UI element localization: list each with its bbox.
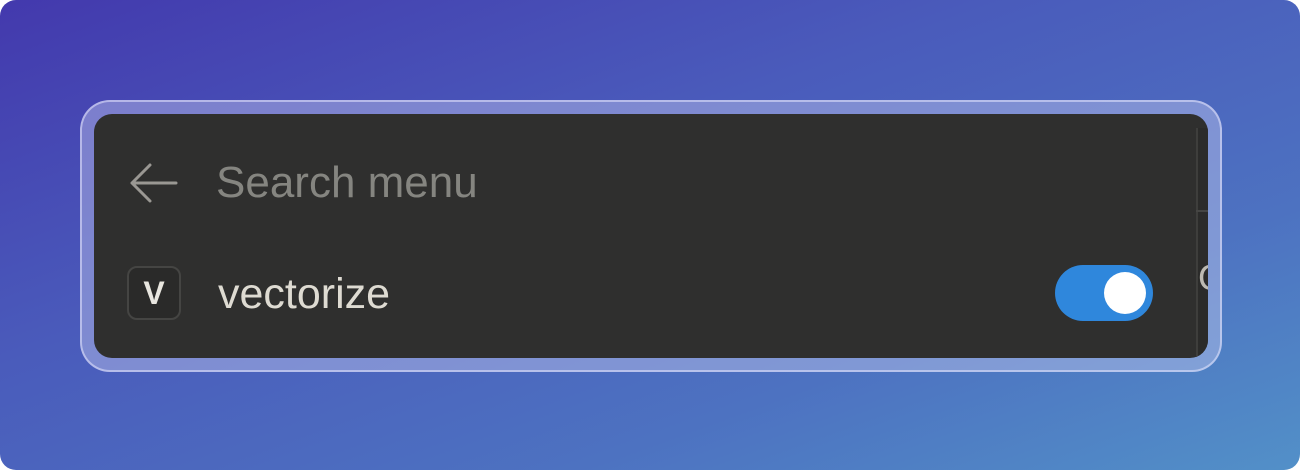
search-bar xyxy=(94,144,1194,224)
adjacent-panel-divider xyxy=(1196,210,1208,212)
menu-item-vectorize[interactable]: V vectorize xyxy=(94,254,1194,334)
arrow-left-icon[interactable] xyxy=(126,162,180,204)
search-input[interactable] xyxy=(216,156,1116,210)
command-menu-panel: V vectorize C xyxy=(94,114,1208,358)
adjacent-panel-edge xyxy=(1196,128,1208,358)
menu-item-label: vectorize xyxy=(218,270,391,318)
vectorize-toggle[interactable] xyxy=(1055,265,1153,321)
background: V vectorize C xyxy=(0,0,1300,470)
toggle-knob xyxy=(1104,272,1146,314)
adjacent-panel-clipped-glyph: C xyxy=(1198,260,1208,296)
item-badge: V xyxy=(127,266,181,320)
